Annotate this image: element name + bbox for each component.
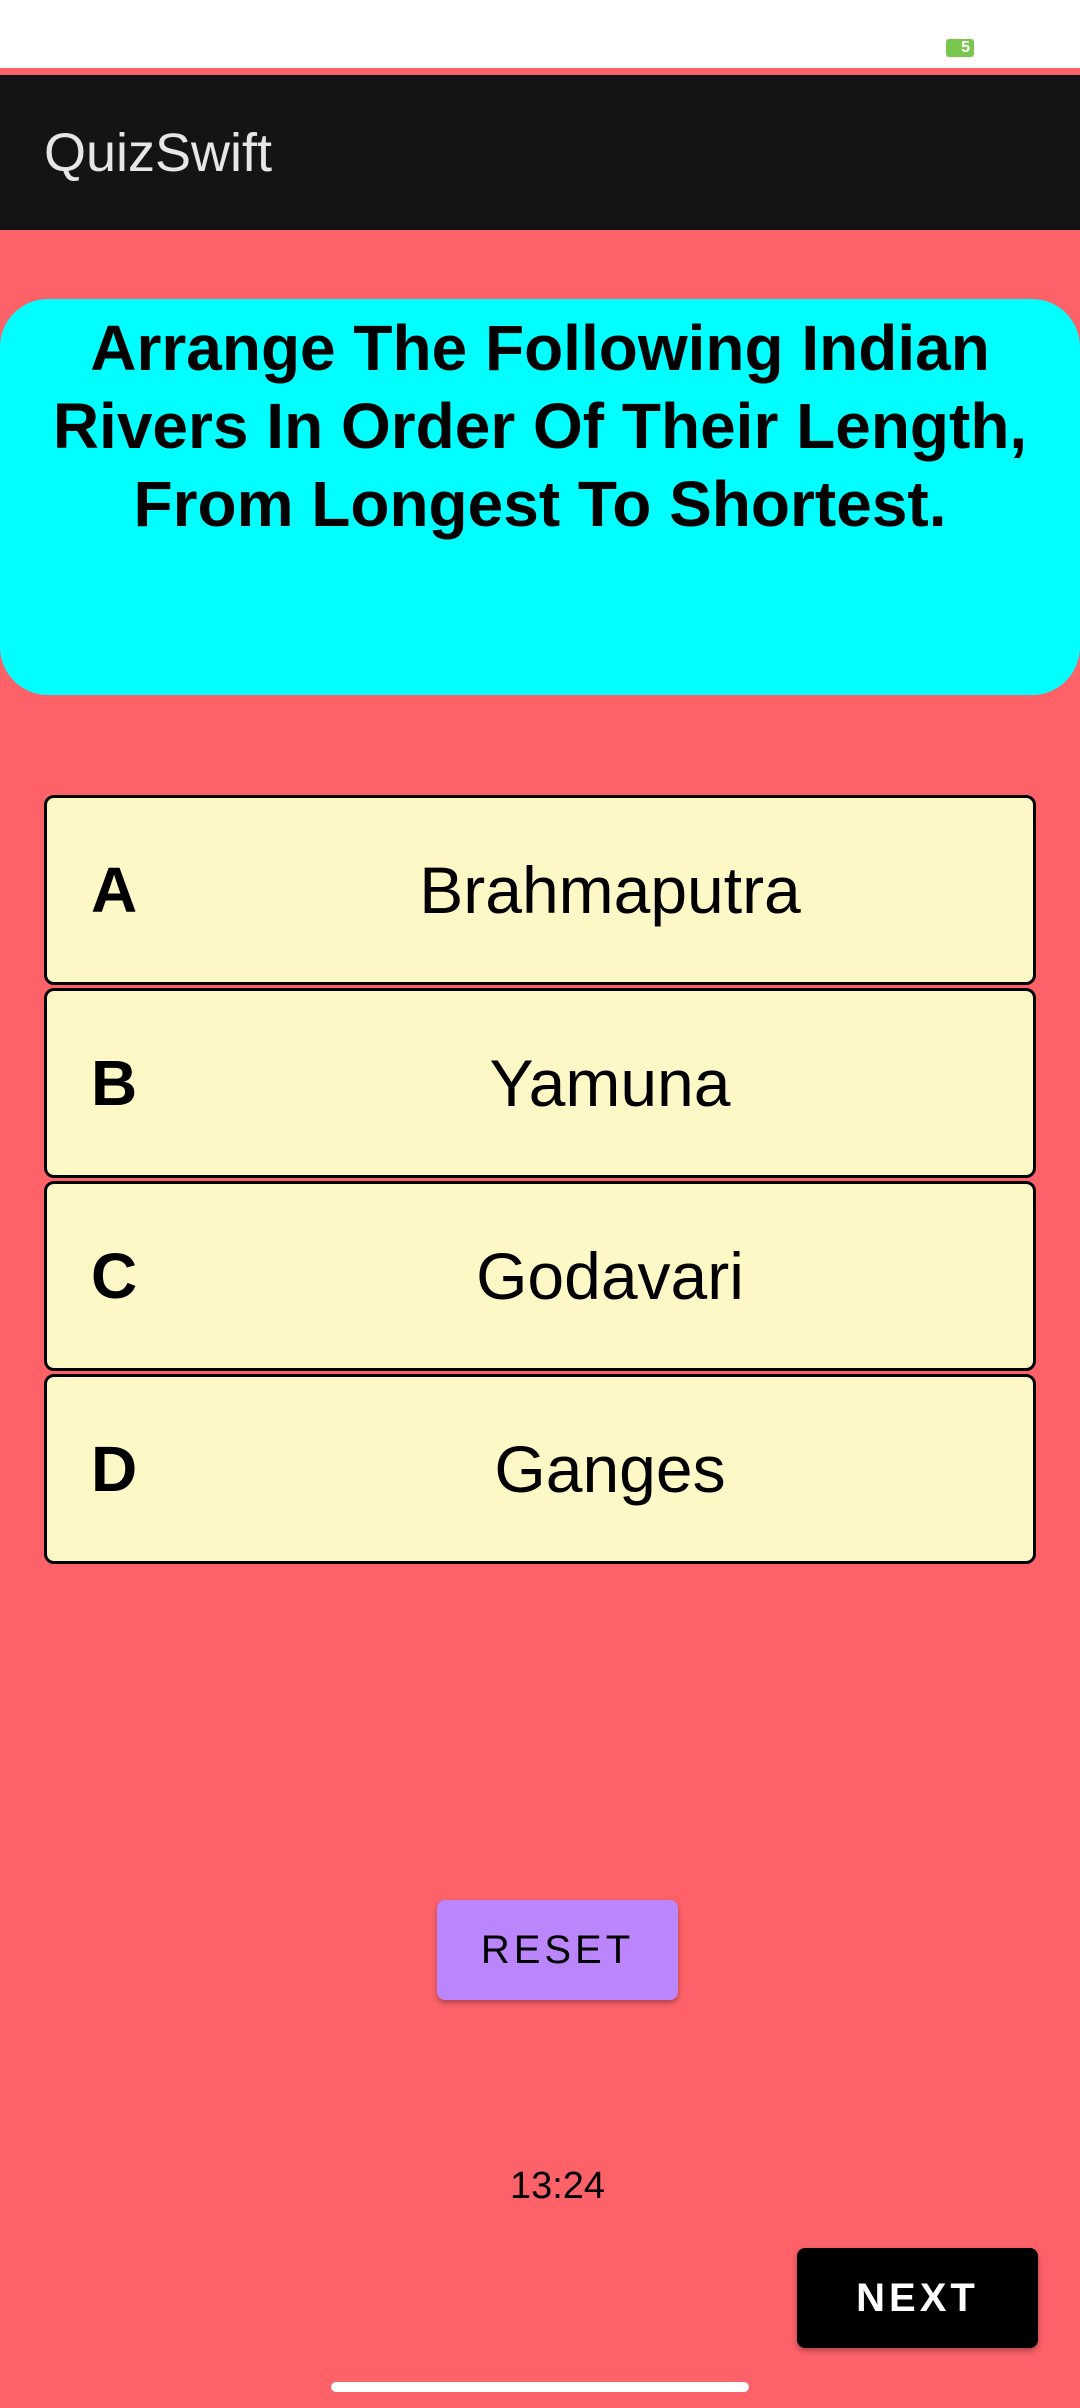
option-text: Godavari — [476, 1239, 744, 1313]
status-bar: 5 — [0, 0, 1080, 68]
gesture-navigation-bar[interactable] — [331, 2382, 749, 2392]
question-card: Arrange The Following Indian Rivers In O… — [0, 299, 1080, 695]
option-letter: D — [91, 1433, 138, 1505]
option-b[interactable]: B Yamuna — [44, 988, 1036, 1178]
option-d[interactable]: D Ganges — [44, 1374, 1036, 1564]
option-letter: A — [91, 854, 138, 926]
next-button[interactable]: NEXT — [797, 2248, 1038, 2348]
app-title: QuizSwift — [44, 123, 273, 183]
option-letter: B — [91, 1047, 138, 1119]
option-text: Brahmaputra — [419, 853, 801, 927]
option-c[interactable]: C Godavari — [44, 1181, 1036, 1371]
options-list: A Brahmaputra B Yamuna C Godavari D Gang… — [44, 795, 1036, 1567]
option-text: Ganges — [494, 1432, 726, 1506]
question-text: Arrange The Following Indian Rivers In O… — [52, 312, 1028, 540]
option-text: Yamuna — [489, 1046, 731, 1120]
option-letter: C — [91, 1240, 138, 1312]
battery-icon: 5 — [946, 39, 974, 57]
app-bar: QuizSwift — [0, 75, 1080, 230]
option-a[interactable]: A Brahmaputra — [44, 795, 1036, 985]
timer: 13:24 — [509, 2165, 606, 2207]
reset-button[interactable]: RESET — [437, 1900, 678, 2000]
